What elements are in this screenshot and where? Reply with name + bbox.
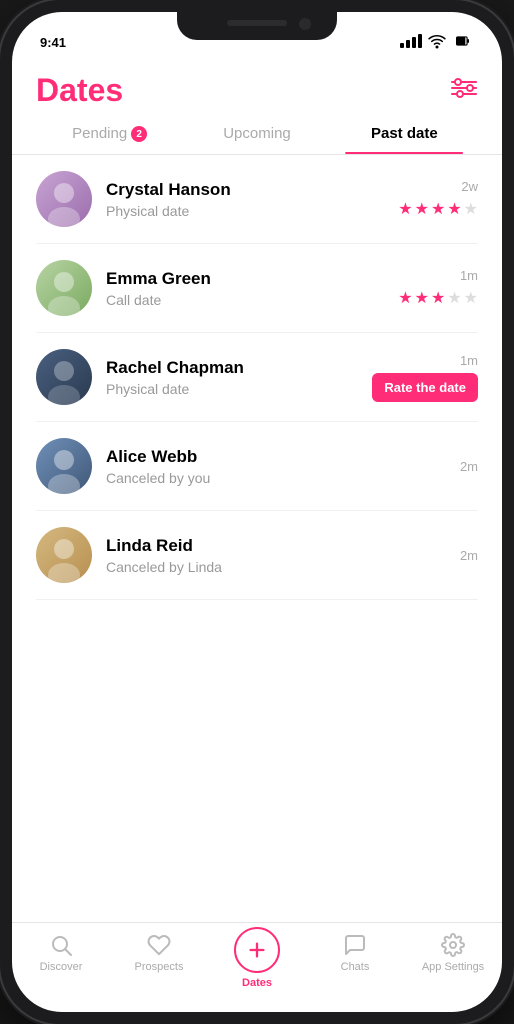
avatar (36, 260, 92, 316)
table-row[interactable]: Crystal Hanson Physical date 2w ★ ★ ★ ★ … (36, 155, 478, 244)
star-3: ★ (431, 288, 445, 308)
nav-item-prospects[interactable]: Prospects (110, 933, 208, 973)
date-meta: 1m Rate the date (372, 353, 478, 402)
page-title: Dates (36, 72, 123, 109)
dates-list: Crystal Hanson Physical date 2w ★ ★ ★ ★ … (12, 155, 502, 922)
date-meta: 2m (460, 548, 478, 563)
date-time: 2m (460, 548, 478, 563)
star-2: ★ (415, 288, 429, 308)
nav-label-discover: Discover (40, 961, 83, 973)
filter-icon (450, 76, 478, 100)
nav-item-settings[interactable]: App Settings (404, 933, 502, 973)
tabs: Pending2 Upcoming Past date (12, 109, 502, 155)
dates-center-icon (234, 927, 280, 973)
bottom-nav: Discover Prospects Dates (12, 922, 502, 1012)
nav-label-chats: Chats (341, 961, 370, 973)
discover-icon (49, 933, 73, 957)
date-name: Rachel Chapman (106, 358, 358, 378)
notch (177, 12, 337, 40)
star-2: ★ (415, 199, 429, 219)
speaker (227, 20, 287, 26)
date-name: Emma Green (106, 269, 384, 289)
star-rating: ★ ★ ★ ★ ★ (398, 288, 478, 308)
app-content: Dates Pending2 (12, 56, 502, 1012)
star-5: ★ (464, 199, 478, 219)
nav-label-prospects: Prospects (135, 961, 184, 973)
chats-icon (343, 933, 367, 957)
filter-button[interactable] (450, 76, 478, 105)
date-info: Alice Webb Canceled by you (106, 447, 446, 486)
table-row[interactable]: Rachel Chapman Physical date 1m Rate the… (36, 333, 478, 422)
date-time: 1m (460, 353, 478, 368)
rate-the-date-button[interactable]: Rate the date (372, 373, 478, 402)
date-type: Canceled by Linda (106, 559, 446, 575)
avatar (36, 349, 92, 405)
star-1: ★ (398, 288, 412, 308)
table-row[interactable]: Emma Green Call date 1m ★ ★ ★ ★ ★ (36, 244, 478, 333)
avatar (36, 171, 92, 227)
star-4: ★ (447, 288, 461, 308)
settings-icon (441, 933, 465, 957)
phone-frame: 9:41 (0, 0, 514, 1024)
phone-screen: 9:41 (12, 12, 502, 1012)
star-5: ★ (464, 288, 478, 308)
tab-upcoming[interactable]: Upcoming (183, 125, 330, 154)
date-meta: 1m ★ ★ ★ ★ ★ (398, 268, 478, 308)
status-time: 9:41 (40, 35, 66, 50)
date-meta: 2w ★ ★ ★ ★ ★ (398, 179, 478, 219)
date-info: Linda Reid Canceled by Linda (106, 536, 446, 575)
date-info: Rachel Chapman Physical date (106, 358, 358, 397)
star-3: ★ (431, 199, 445, 219)
tab-pending[interactable]: Pending2 (36, 125, 183, 154)
avatar (36, 527, 92, 583)
date-time: 2w (461, 179, 478, 194)
tab-past-date[interactable]: Past date (331, 125, 478, 154)
table-row[interactable]: Linda Reid Canceled by Linda 2m (36, 511, 478, 600)
star-4: ★ (447, 199, 461, 219)
date-meta: 2m (460, 459, 478, 474)
date-info: Crystal Hanson Physical date (106, 180, 384, 219)
date-type: Physical date (106, 203, 384, 219)
star-rating: ★ ★ ★ ★ ★ (398, 199, 478, 219)
date-time: 2m (460, 459, 478, 474)
prospects-icon (147, 933, 171, 957)
camera (299, 18, 311, 30)
pending-badge: 2 (131, 126, 147, 142)
battery-icon (452, 34, 474, 48)
date-type: Physical date (106, 381, 358, 397)
wifi-icon (428, 32, 446, 50)
date-name: Alice Webb (106, 447, 446, 467)
avatar (36, 438, 92, 494)
nav-item-chats[interactable]: Chats (306, 933, 404, 973)
nav-item-dates[interactable]: Dates (208, 933, 306, 989)
date-type: Call date (106, 292, 384, 308)
nav-label-dates: Dates (242, 977, 272, 989)
nav-label-settings: App Settings (422, 961, 484, 973)
date-info: Emma Green Call date (106, 269, 384, 308)
date-type: Canceled by you (106, 470, 446, 486)
status-icons (400, 32, 474, 50)
table-row[interactable]: Alice Webb Canceled by you 2m (36, 422, 478, 511)
star-1: ★ (398, 199, 412, 219)
date-time: 1m (460, 268, 478, 283)
date-name: Crystal Hanson (106, 180, 384, 200)
nav-item-discover[interactable]: Discover (12, 933, 110, 973)
date-name: Linda Reid (106, 536, 446, 556)
signal-icon (400, 34, 422, 48)
header: Dates (12, 56, 502, 109)
